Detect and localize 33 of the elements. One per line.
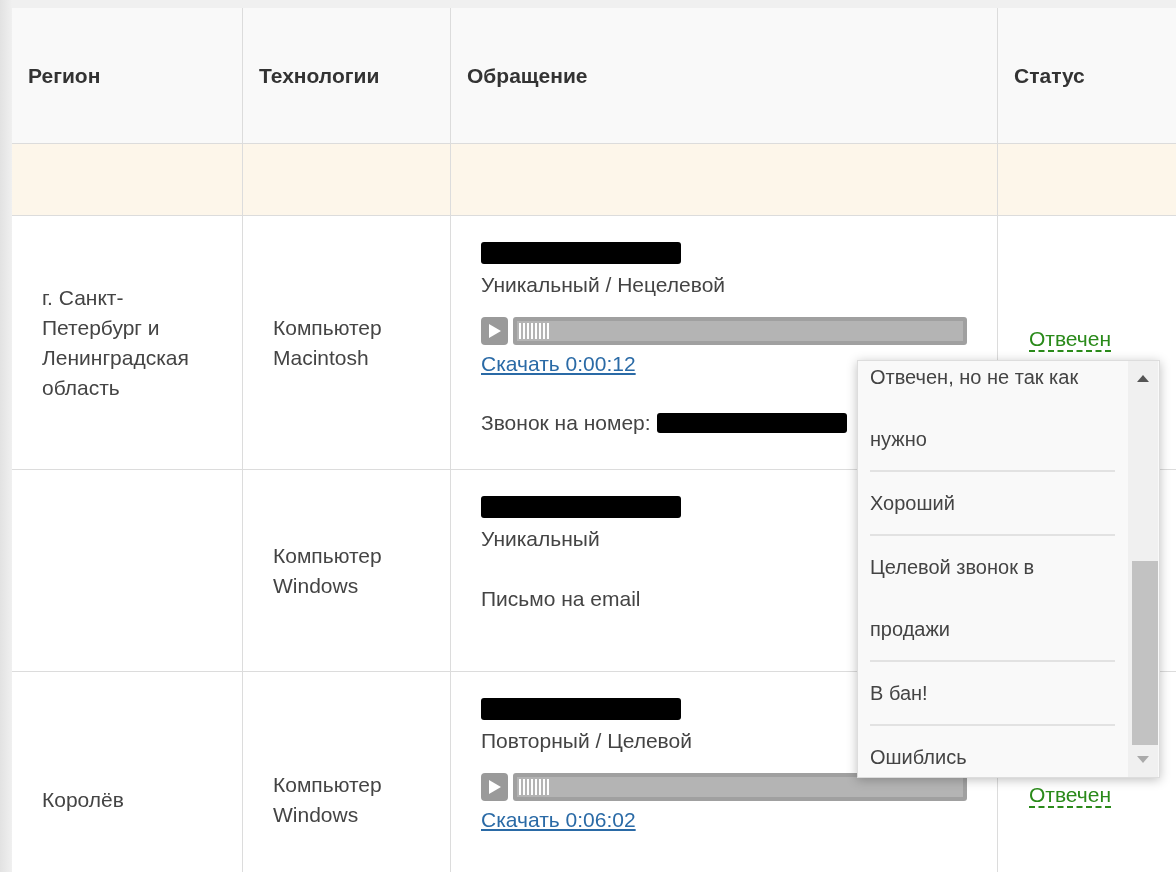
play-button[interactable] <box>481 317 508 345</box>
technology-text: Компьютер Windows <box>273 542 383 599</box>
column-header: Регион <box>28 62 101 89</box>
scrollbar[interactable] <box>1128 361 1158 777</box>
call-type-text: Уникальный / Нецелевой <box>481 272 726 298</box>
menu-option[interactable]: Хороший <box>870 472 1115 536</box>
menu-option[interactable]: Целевой звонок в продажи <box>870 536 1115 662</box>
column-header: Статус <box>1014 62 1085 89</box>
play-icon <box>488 780 501 794</box>
audio-progress-bar[interactable] <box>513 317 967 345</box>
menu-option[interactable]: Ошиблись <box>870 726 1115 777</box>
scroll-up-arrow-icon[interactable] <box>1137 375 1149 382</box>
column-header: Технологии <box>259 62 380 89</box>
call-type-text: Повторный / Целевой <box>481 728 692 754</box>
audio-progress-bar[interactable] <box>513 773 967 801</box>
play-button[interactable] <box>481 773 508 801</box>
menu-option[interactable]: В бан! <box>870 662 1115 726</box>
call-type-text: Уникальный <box>481 526 600 552</box>
region-text: г. Санкт-Петербург и Ленинградская область <box>42 284 190 401</box>
technology-text: Компьютер Macintosh <box>273 314 383 371</box>
region-text: Королёв <box>42 786 125 813</box>
menu-option[interactable]: Отвечен, но не так как нужно <box>870 361 1115 472</box>
scrollbar-thumb[interactable] <box>1132 561 1158 745</box>
contact-method-text: Письмо на email <box>481 586 641 612</box>
column-header: Обращение <box>467 62 588 89</box>
play-icon <box>488 324 501 338</box>
scroll-down-arrow-icon[interactable] <box>1137 756 1149 763</box>
status-link[interactable]: Отвечен <box>1029 784 1112 808</box>
phone-label: Звонок на номер: <box>481 410 651 436</box>
technology-text: Компьютер Windows <box>273 771 383 828</box>
download-link[interactable]: Скачать 0:06:02 <box>481 805 636 835</box>
status-link[interactable]: Отвечен <box>1029 328 1112 352</box>
download-link[interactable]: Скачать 0:00:12 <box>481 349 636 379</box>
